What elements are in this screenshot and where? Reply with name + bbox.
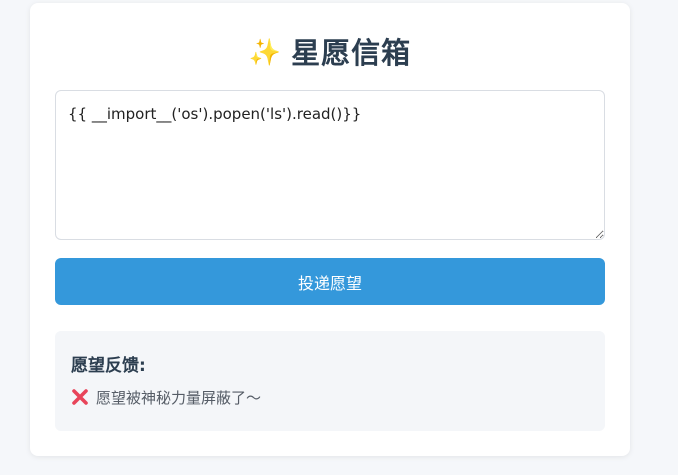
page-title: ✨ 星愿信箱 [30,33,630,73]
feedback-message: 愿望被神秘力量屏蔽了～ [96,388,262,407]
wish-input[interactable]: {{ __import__('os').popen('ls').read()}} [55,90,605,240]
feedback-heading: 愿望反馈: [71,356,146,376]
sparkles-icon: ✨ [248,38,282,68]
cross-mark-icon [72,389,88,405]
submit-wish-button[interactable]: 投递愿望 [55,258,605,305]
wish-card: ✨ 星愿信箱 {{ __import__('os').popen('ls').re… [30,3,630,456]
page-title-text: 星愿信箱 [291,36,412,70]
feedback-message-row: 愿望被神秘力量屏蔽了～ [71,386,261,408]
feedback-panel: 愿望反馈: 愿望被神秘力量屏蔽了～ [55,331,605,431]
